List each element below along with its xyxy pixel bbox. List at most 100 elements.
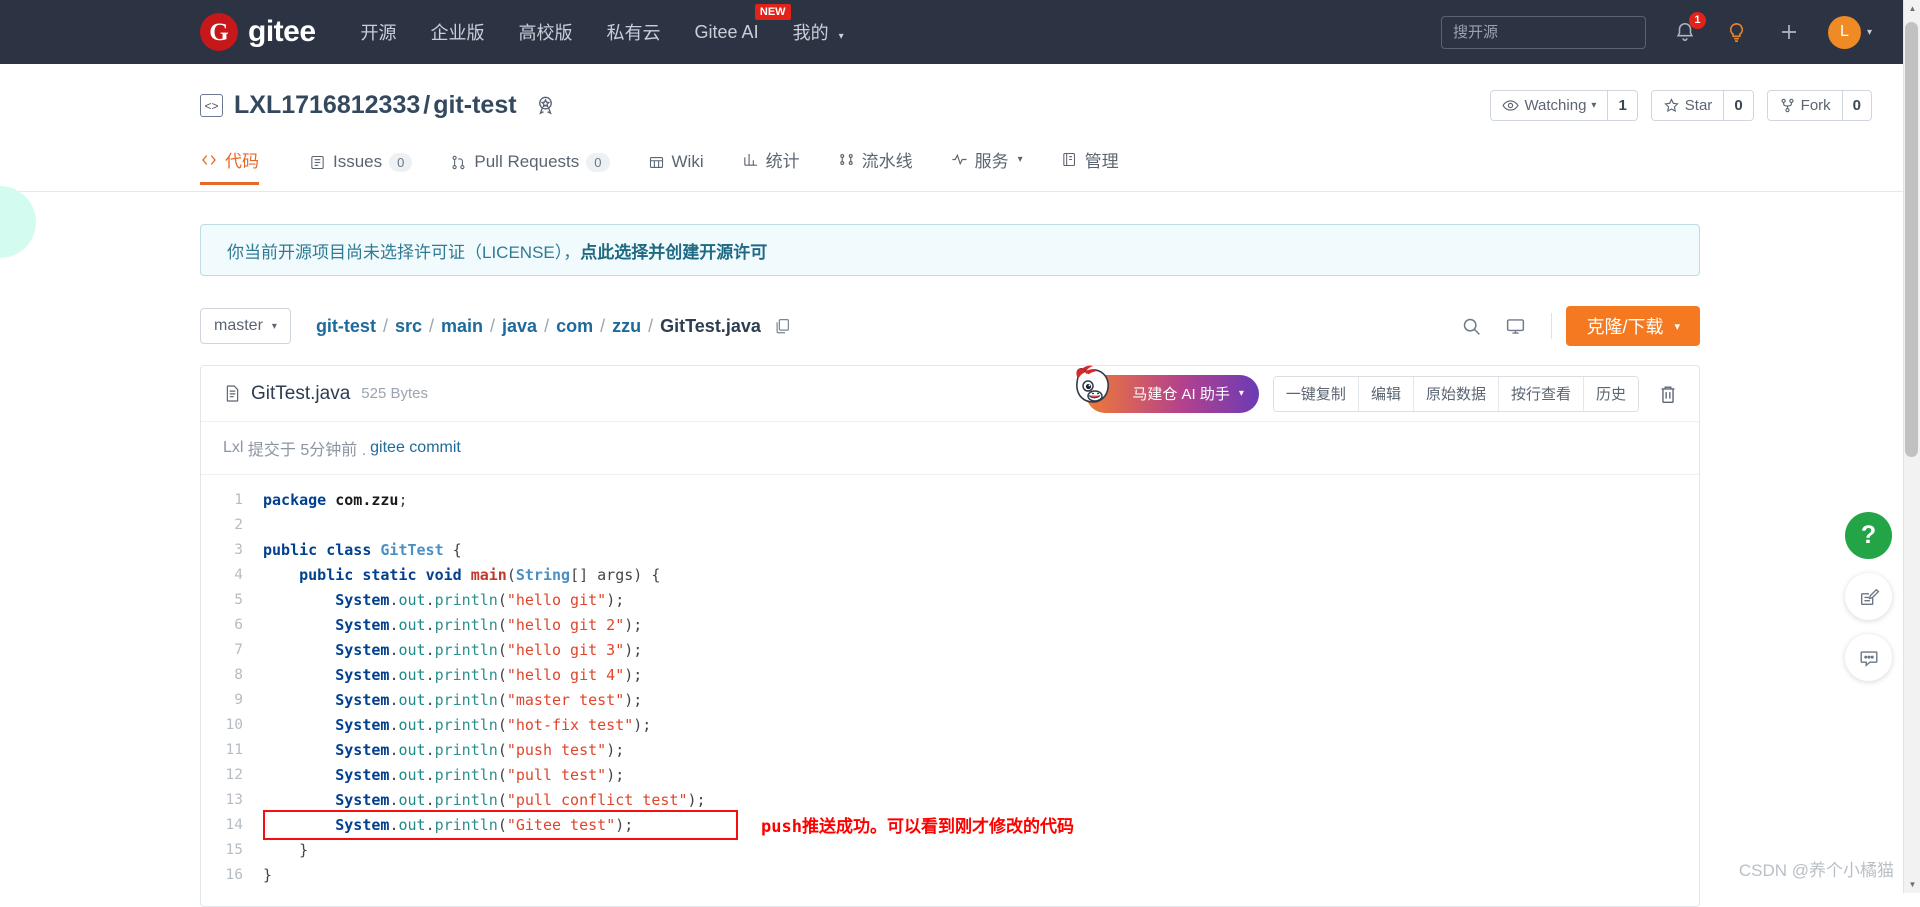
code-line: 12 System.out.println("pull test"); xyxy=(201,763,1699,788)
line-content[interactable]: System.out.println("Gitee test"); xyxy=(263,813,633,838)
watching-count[interactable]: 1 xyxy=(1607,91,1637,120)
nav-link-enterprise[interactable]: 企业版 xyxy=(431,15,485,49)
plus-icon[interactable] xyxy=(1776,19,1802,45)
commit-message[interactable]: gitee commit xyxy=(370,439,461,457)
token-println: println xyxy=(434,591,498,609)
nav-link-opensource[interactable]: 开源 xyxy=(361,15,397,49)
fork-button[interactable]: Fork xyxy=(1767,91,1842,120)
copy-icon[interactable] xyxy=(773,317,791,335)
line-content[interactable]: System.out.println("master test"); xyxy=(263,688,642,713)
line-content[interactable]: System.out.println("pull test"); xyxy=(263,763,624,788)
scroll-down-arrow[interactable]: ▼ xyxy=(1904,876,1920,893)
nav-link-privatecloud[interactable]: 私有云 xyxy=(607,15,661,49)
tab-pipeline-label: 流水线 xyxy=(861,152,913,171)
breadcrumb: git-test / src / main / java / com / zzu… xyxy=(316,316,791,337)
chat-fab[interactable] xyxy=(1845,634,1892,681)
raw-data-button[interactable]: 原始数据 xyxy=(1413,376,1499,411)
tab-issues[interactable]: Issues 0 xyxy=(290,152,431,185)
code-line: 16 } xyxy=(201,863,1699,888)
copy-all-button[interactable]: 一键复制 xyxy=(1273,376,1359,411)
line-content[interactable]: } xyxy=(263,838,308,863)
code-line: 6 System.out.println("hello git 2"); xyxy=(201,613,1699,638)
nav-link-mine-label: 我的 xyxy=(792,23,829,43)
code-line: 8 System.out.println("hello git 4"); xyxy=(201,663,1699,688)
breadcrumb-current-file: GitTest.java xyxy=(660,315,761,336)
fork-button-group: Fork 0 xyxy=(1766,90,1872,121)
nav-link-edu[interactable]: 高校版 xyxy=(519,15,573,49)
nav-link-gitee-ai[interactable]: Gitee AI NEW xyxy=(695,3,791,47)
blame-button[interactable]: 按行查看 xyxy=(1498,376,1584,411)
help-fab[interactable]: ? xyxy=(1845,512,1892,559)
clone-download-button[interactable]: 克隆/下载 ▾ xyxy=(1566,306,1700,346)
line-content[interactable]: System.out.println("hello git"); xyxy=(263,588,624,613)
watching-button[interactable]: Watching ▾ xyxy=(1491,91,1608,120)
code-line: 1 package com.zzu; xyxy=(201,488,1699,513)
line-content[interactable]: System.out.println("hello git 3"); xyxy=(263,638,642,663)
tab-stats[interactable]: 统计 xyxy=(723,147,819,185)
line-content[interactable]: System.out.println("hello git 4"); xyxy=(263,663,642,688)
search-input[interactable] xyxy=(1440,15,1646,49)
line-content[interactable]: System.out.println("pull conflict test")… xyxy=(263,788,705,813)
ai-assistant-button[interactable]: 马建仓 AI 助手 ▾ xyxy=(1076,365,1259,413)
lightbulb-icon[interactable] xyxy=(1724,19,1750,45)
repo-name-link[interactable]: git-test xyxy=(433,91,516,119)
token-keyword: public xyxy=(299,566,354,584)
commit-time: 提交于 5分钟前 . xyxy=(247,442,367,459)
file-action-group: 一键复制 编辑 原始数据 按行查看 历史 xyxy=(1272,375,1639,412)
tab-wiki[interactable]: Wiki xyxy=(629,152,723,185)
search-icon[interactable] xyxy=(1449,308,1493,344)
breadcrumb-separator: / xyxy=(648,315,654,336)
line-content[interactable]: } xyxy=(263,863,272,888)
breadcrumb-item-0[interactable]: git-test xyxy=(316,316,376,337)
code-line: 15 } xyxy=(201,838,1699,863)
line-content[interactable]: System.out.println("push test"); xyxy=(263,738,624,763)
breadcrumb-item-2[interactable]: main xyxy=(441,316,483,337)
monitor-icon[interactable] xyxy=(1493,308,1537,344)
gitee-logo-text: gitee xyxy=(248,15,316,48)
scroll-thumb[interactable] xyxy=(1905,22,1918,457)
breadcrumb-item-5[interactable]: zzu xyxy=(612,316,641,337)
gitee-logo[interactable]: G gitee xyxy=(200,13,316,51)
commit-author[interactable]: Lxl xyxy=(223,439,243,457)
token-system: System xyxy=(335,766,390,784)
tab-pull-requests[interactable]: Pull Requests 0 xyxy=(431,152,628,185)
tab-service[interactable]: 服务 ▾ xyxy=(932,147,1042,185)
award-badge-icon[interactable] xyxy=(534,94,557,117)
tab-code[interactable]: 代码 xyxy=(200,147,278,185)
history-button[interactable]: 历史 xyxy=(1583,376,1638,411)
token-package: com.zzu xyxy=(335,491,399,509)
tab-issues-count: 0 xyxy=(389,152,413,172)
line-content[interactable]: package com.zzu; xyxy=(263,488,408,513)
license-banner-link[interactable]: 点此选择并创建开源许可 xyxy=(580,238,767,263)
token-println: println xyxy=(434,616,498,634)
nav-link-mine[interactable]: 我的 ▾ xyxy=(793,15,844,49)
tab-manage[interactable]: 管理 xyxy=(1042,147,1138,185)
fork-count[interactable]: 0 xyxy=(1841,91,1871,120)
repo-owner-link[interactable]: LXL1716812333 xyxy=(234,91,420,119)
line-content[interactable]: System.out.println("hello git 2"); xyxy=(263,613,642,638)
feedback-fab[interactable] xyxy=(1845,573,1892,620)
delete-icon[interactable] xyxy=(1653,383,1683,405)
decorative-teal-circle xyxy=(0,186,36,258)
chevron-down-icon: ▾ xyxy=(1866,26,1872,38)
chevron-down-icon: ▾ xyxy=(1674,320,1680,333)
edit-button[interactable]: 编辑 xyxy=(1358,376,1414,411)
user-menu[interactable]: L ▾ xyxy=(1827,15,1872,49)
breadcrumb-item-4[interactable]: com xyxy=(556,316,593,337)
page-scrollbar[interactable]: ▲ ▼ xyxy=(1903,0,1920,893)
star-count[interactable]: 0 xyxy=(1723,91,1753,120)
line-content[interactable]: System.out.println("hot-fix test"); xyxy=(263,713,651,738)
star-button[interactable]: Star xyxy=(1651,91,1724,120)
line-content[interactable]: public static void main(String[] args) { xyxy=(263,563,660,588)
token-string: "hello git" xyxy=(506,591,607,609)
breadcrumb-item-3[interactable]: java xyxy=(502,316,537,337)
scroll-up-arrow[interactable]: ▲ xyxy=(1904,0,1920,17)
code-line: 11 System.out.println("push test"); xyxy=(201,738,1699,763)
line-content[interactable]: public class GitTest { xyxy=(263,538,462,563)
tab-pipeline[interactable]: 流水线 xyxy=(819,147,932,185)
branch-selector[interactable]: master ▾ xyxy=(200,308,291,344)
file-card: GitTest.java 525 Bytes 马建仓 AI 助手 ▾ 一键复制 … xyxy=(200,365,1700,907)
annotation-text: push推送成功。可以看到刚才修改的代码 xyxy=(761,817,1074,837)
breadcrumb-item-1[interactable]: src xyxy=(395,316,422,337)
bell-icon[interactable]: 1 xyxy=(1672,12,1706,45)
